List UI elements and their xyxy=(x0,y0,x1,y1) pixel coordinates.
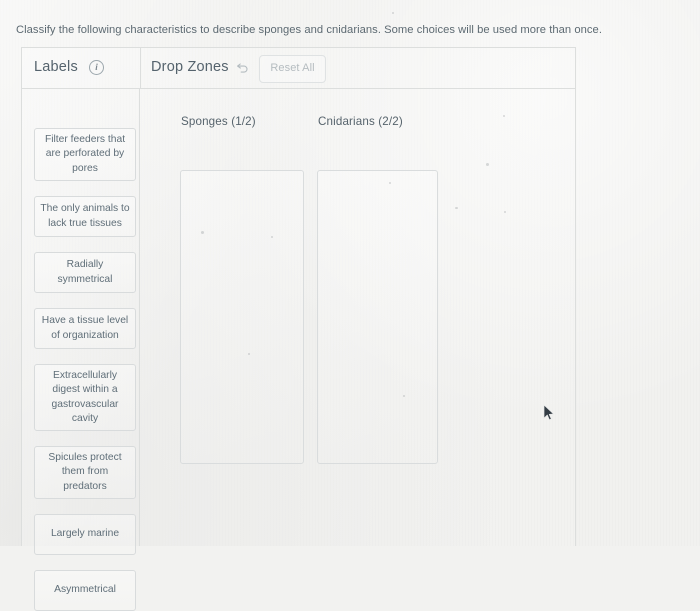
dust-speck xyxy=(455,207,458,209)
label-chip[interactable]: Extracellularly digest within a gastrova… xyxy=(34,364,136,431)
dust-speck xyxy=(271,236,273,238)
label-chip[interactable]: Largely marine xyxy=(34,514,136,555)
dropzone-title-sponges: Sponges (1/2) xyxy=(181,115,256,128)
dust-speck xyxy=(504,211,506,213)
dust-speck xyxy=(248,353,250,355)
dust-speck xyxy=(392,12,394,14)
dust-speck xyxy=(201,231,204,234)
info-circle-icon[interactable]: i xyxy=(89,60,104,75)
dropzone-title-cnidarians: Cnidarians (2/2) xyxy=(318,115,403,128)
panel-header: Labels i Drop Zones Reset All xyxy=(22,48,575,89)
label-chip[interactable]: Radially symmetrical xyxy=(34,252,136,293)
label-chip[interactable]: Have a tissue level of organization xyxy=(34,308,136,349)
question-prompt: Classify the following characteristics t… xyxy=(16,24,602,36)
labels-column: Filter feeders that are perforated by po… xyxy=(22,89,140,611)
dropzone-cnidarians[interactable] xyxy=(317,170,438,464)
dust-speck xyxy=(403,395,405,397)
undo-arrow-icon[interactable] xyxy=(236,60,250,74)
labels-header-title: Labels xyxy=(34,59,78,75)
dropzones-header-title: Drop Zones xyxy=(151,59,229,75)
label-chip[interactable]: The only animals to lack true tissues xyxy=(34,196,136,237)
classification-panel: Labels i Drop Zones Reset All Filter fee… xyxy=(21,47,576,611)
dropzone-sponges[interactable] xyxy=(180,170,304,464)
dropzones-column: Sponges (1/2) Cnidarians (2/2) xyxy=(141,89,575,546)
dust-speck xyxy=(389,182,391,184)
reset-all-button[interactable]: Reset All xyxy=(259,55,326,83)
dust-speck xyxy=(503,115,505,117)
label-chip[interactable]: Asymmetrical xyxy=(34,570,136,611)
label-chip[interactable]: Filter feeders that are perforated by po… xyxy=(34,128,136,181)
label-chip[interactable]: Spicules protect them from predators xyxy=(34,446,136,499)
header-column-divider xyxy=(140,48,141,89)
dust-speck xyxy=(486,163,489,166)
